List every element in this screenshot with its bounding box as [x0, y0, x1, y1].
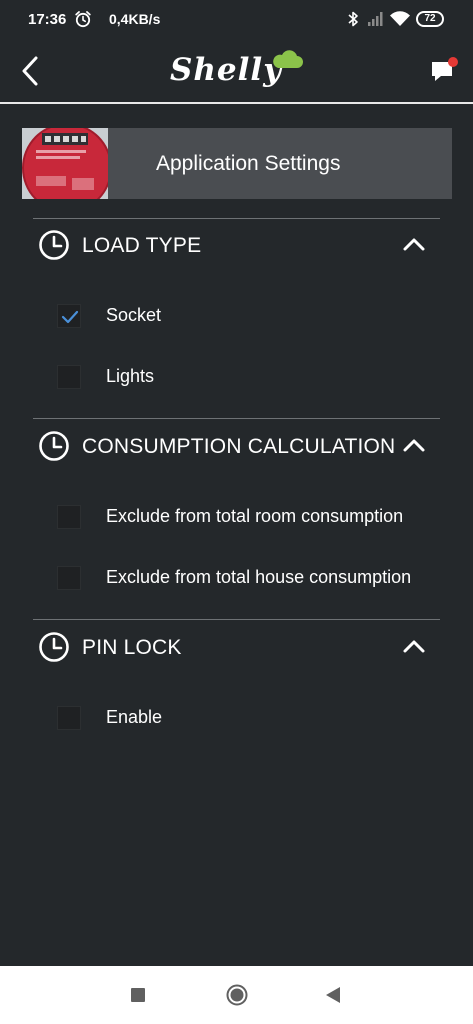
clock-icon [38, 631, 70, 663]
bluetooth-icon [347, 10, 359, 33]
chat-notification-icon[interactable] [428, 56, 462, 86]
section-header-load-type[interactable]: LOAD TYPE [38, 229, 438, 263]
chevron-up-icon[interactable] [402, 637, 426, 655]
exclude-room-checkbox[interactable] [57, 505, 81, 529]
lights-checkbox[interactable] [57, 365, 81, 389]
chevron-up-icon[interactable] [402, 235, 426, 253]
section-divider [33, 619, 440, 620]
alarm-icon [74, 10, 92, 28]
option-exclude-house[interactable]: Exclude from total house consumption [57, 564, 457, 592]
signal-icon [367, 11, 385, 32]
option-exclude-room[interactable]: Exclude from total room consumption [57, 503, 457, 531]
option-lights[interactable]: Lights [57, 363, 457, 391]
logo-text: Shelly [170, 52, 283, 88]
recent-apps-icon[interactable] [131, 988, 145, 1002]
section-divider [33, 418, 440, 419]
enable-pin-checkbox[interactable] [57, 706, 81, 730]
option-label: Socket [106, 305, 162, 325]
section-divider [33, 218, 440, 219]
wifi-icon [389, 11, 411, 32]
device-thumbnail [22, 128, 108, 199]
clock-icon [38, 430, 70, 462]
cloud-icon [270, 48, 304, 77]
shelly-logo: Shelly [170, 46, 306, 94]
system-nav-bar [0, 966, 473, 1024]
app-bar-divider [0, 102, 473, 104]
page-title: Application Settings [156, 152, 341, 175]
option-label: Enable [106, 707, 163, 727]
network-speed: 0,4KB/s [109, 11, 161, 27]
clock-icon [38, 229, 70, 261]
section-header-consumption[interactable]: CONSUMPTION CALCULATION [38, 430, 438, 464]
section-header-pin-lock[interactable]: PIN LOCK [38, 631, 438, 665]
status-bar: 17:36 0,4KB/s 72 [0, 0, 473, 40]
back-arrow-icon[interactable] [18, 54, 48, 88]
battery-indicator: 72 [416, 11, 444, 27]
device-header: Application Settings [22, 128, 452, 199]
exclude-house-checkbox[interactable] [57, 566, 81, 590]
section-title: CONSUMPTION CALCULATION [82, 435, 396, 458]
socket-checkbox[interactable] [57, 304, 81, 328]
section-title: LOAD TYPE [82, 234, 202, 257]
app-bar: Shelly [0, 40, 473, 102]
chevron-up-icon[interactable] [402, 436, 426, 454]
option-label: Exclude from total room consumption [106, 506, 404, 526]
home-icon[interactable] [226, 984, 248, 1011]
option-socket[interactable]: Socket [57, 302, 457, 330]
back-triangle-icon[interactable] [325, 986, 341, 1009]
section-title: PIN LOCK [82, 636, 182, 659]
status-time: 17:36 [28, 11, 67, 28]
option-enable-pin[interactable]: Enable [57, 704, 457, 732]
option-label: Exclude from total house consumption [106, 567, 412, 587]
option-label: Lights [106, 366, 155, 386]
